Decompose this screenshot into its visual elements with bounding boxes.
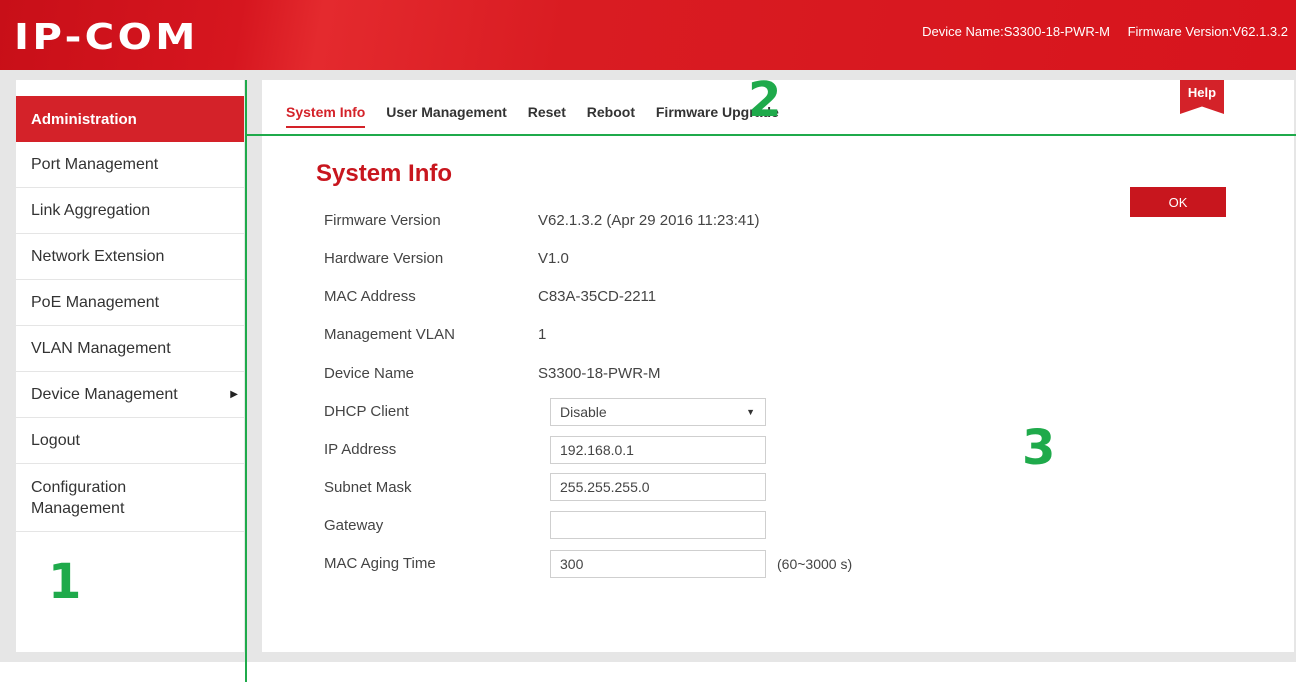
sidebar-item-device-management[interactable]: Device Management ▶ [16,372,244,418]
hardware-version-value: V1.0 [538,250,569,267]
mac-aging-time-input[interactable] [550,550,766,578]
sidebar-item-label: Administration [31,110,137,128]
sidebar-item-vlan-management[interactable]: VLAN Management [16,326,244,372]
main-panel: System Info User Management Reset Reboot… [262,80,1294,652]
sidebar-item-label: Network Extension [31,247,165,265]
mac-aging-range-hint: (60~3000 s) [777,556,853,572]
sidebar-item-logout[interactable]: Logout [16,418,244,464]
dhcp-client-label: DHCP Client [324,403,409,420]
subnet-mask-input[interactable] [550,473,766,501]
ip-address-label: IP Address [324,441,397,458]
sidebar-item-label: VLAN Management [31,339,171,357]
sidebar-item-label: Device Management [31,385,178,403]
sidebar-item-link-aggregation[interactable]: Link Aggregation [16,188,244,234]
management-vlan-label: Management VLAN [324,326,455,343]
annotation-divider-vertical [245,80,247,682]
management-vlan-value: 1 [538,326,547,343]
gateway-input[interactable] [550,511,766,539]
gateway-label: Gateway [324,517,384,534]
sidebar-item-administration[interactable]: Administration [16,96,244,142]
device-name-text: Device Name:S3300-18-PWR-M [922,24,1110,39]
ok-button[interactable]: OK [1130,187,1226,217]
sidebar-item-configuration-management[interactable]: Configuration Management [16,464,244,532]
tab-user-management[interactable]: User Management [386,104,507,126]
sidebar-item-label: PoE Management [31,293,160,311]
mac-address-value: C83A-35CD-2211 [538,288,657,305]
sidebar-item-network-extension[interactable]: Network Extension [16,234,244,280]
annotation-number-3: 3 [1022,420,1056,476]
dhcp-client-select[interactable]: Disable ▼ [550,398,766,426]
sidebar-item-label-line2: Management [31,499,125,517]
firmware-version-label: Firmware Version [324,212,441,229]
annotation-number-2: 2 [748,72,782,128]
dhcp-client-selected: Disable [560,404,607,420]
firmware-version-text: Firmware Version:V62.1.3.2 [1127,24,1288,39]
hardware-version-label: Hardware Version [324,250,444,267]
tab-system-info[interactable]: System Info [286,104,366,128]
firmware-version-value: V62.1.3.2 (Apr 29 2016 11:23:41) [538,212,760,229]
help-button[interactable]: Help [1180,80,1224,114]
triangle-right-icon: ▶ [230,389,238,400]
ip-address-input[interactable] [550,436,766,464]
sidebar-item-port-management[interactable]: Port Management [16,142,244,188]
ip-com-logo: IP-COM [14,17,199,58]
mac-address-label: MAC Address [324,288,416,305]
annotation-number-1: 1 [48,554,82,610]
annotation-divider-horizontal [246,134,1296,136]
tab-reset[interactable]: Reset [528,104,566,126]
sidebar-item-label: Link Aggregation [31,201,151,219]
top-header: IP-COM Device Name:S3300-18-PWR-M Firmwa… [0,0,1296,70]
mac-aging-time-label: MAC Aging Time [324,555,436,572]
page-title: System Info [316,160,453,187]
sidebar-item-poe-management[interactable]: PoE Management [16,280,244,326]
device-name-value: S3300-18-PWR-M [538,365,661,382]
caret-down-icon: ▼ [746,407,755,417]
sidebar-item-label: Configuration Management [31,477,126,519]
device-info: Device Name:S3300-18-PWR-M Firmware Vers… [922,24,1288,39]
sidebar-item-label-line1: Configuration [31,478,127,496]
device-name-label: Device Name [324,365,415,382]
sidebar-item-label: Port Management [31,155,159,173]
tab-reboot[interactable]: Reboot [587,104,635,126]
sidebar-item-label: Logout [31,431,80,449]
subnet-mask-label: Subnet Mask [324,479,412,496]
tab-bar: System Info User Management Reset Reboot… [286,104,796,128]
